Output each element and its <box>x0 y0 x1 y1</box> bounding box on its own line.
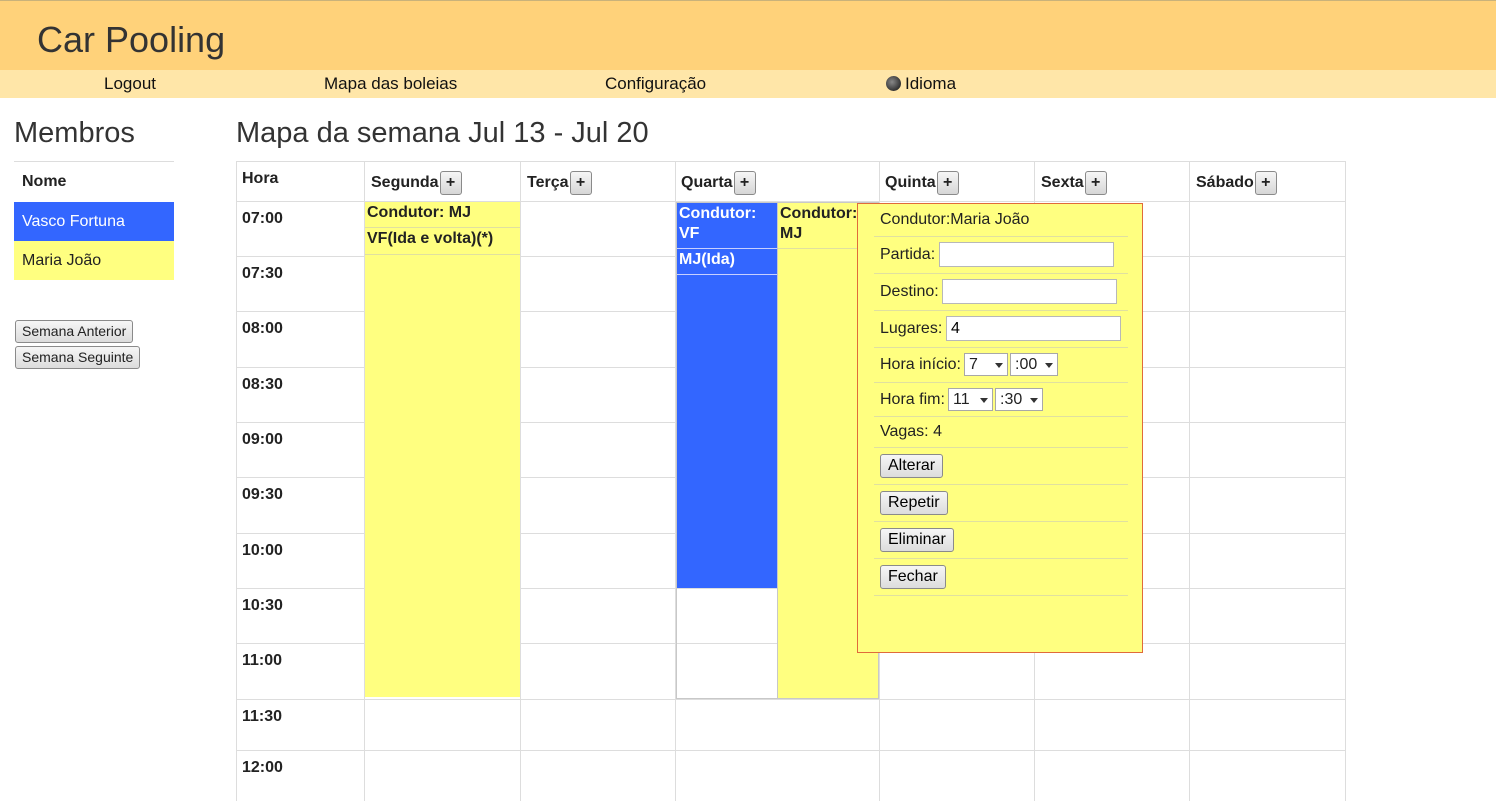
time-label: 08:30 <box>242 376 283 393</box>
nav-language[interactable]: Idioma <box>886 74 956 94</box>
end-hour-value: 11 <box>953 391 970 408</box>
popup-alterar-row: Alterar <box>874 448 1128 485</box>
members-column-header: Nome <box>22 173 67 190</box>
popup-driver: Condutor:Maria João <box>880 211 1030 228</box>
day-label: Sexta <box>1041 174 1084 192</box>
day-header-tuesday: Terça + <box>527 171 592 195</box>
nav-logout[interactable]: Logout <box>104 74 156 94</box>
destino-label: Destino: <box>880 283 939 300</box>
ride-driver: Condutor: VF <box>677 203 777 249</box>
add-ride-button[interactable]: + <box>439 171 462 195</box>
time-label: 12:00 <box>242 759 283 776</box>
time-label: 09:00 <box>242 431 283 448</box>
add-ride-button[interactable]: + <box>569 171 592 195</box>
start-minute-select[interactable]: :00 <box>1010 353 1058 376</box>
time-label: 07:30 <box>242 265 283 282</box>
ride-block-monday[interactable] <box>365 202 520 697</box>
time-label: 08:00 <box>242 320 283 337</box>
ride-passenger: MJ(Ida) <box>677 249 777 275</box>
members-title: Membros <box>14 117 135 149</box>
nav-bar: Logout Mapa das boleias Configuração Idi… <box>0 70 1496 98</box>
member-row[interactable]: Maria João <box>14 241 174 280</box>
hour-column-header: Hora <box>242 170 279 187</box>
add-ride-button[interactable]: + <box>936 171 959 195</box>
time-label: 07:00 <box>242 210 283 227</box>
day-label: Segunda <box>371 174 439 192</box>
popup-eliminar-row: Eliminar <box>874 522 1128 559</box>
chevron-down-icon <box>995 363 1003 368</box>
vagas-text: Vagas: 4 <box>880 423 942 440</box>
time-label: 10:00 <box>242 542 283 559</box>
chevron-down-icon <box>1045 363 1053 368</box>
popup-destino-row: Destino: <box>874 274 1128 311</box>
nav-config[interactable]: Configuração <box>605 74 706 94</box>
nav-map[interactable]: Mapa das boleias <box>324 74 457 94</box>
day-header-wednesday: Quarta + <box>681 171 756 195</box>
week-grid: Hora Segunda + Terça + Quarta + Quinta + Sex… <box>236 161 1346 801</box>
add-ride-button[interactable]: + <box>1254 171 1277 195</box>
day-header-saturday: Sábado + <box>1196 171 1277 195</box>
alterar-button[interactable]: Alterar <box>880 454 944 478</box>
member-row[interactable]: Vasco Fortuna <box>14 202 174 241</box>
popup-partida-row: Partida: <box>874 237 1128 274</box>
start-hour-value: 7 <box>969 356 978 373</box>
nav-language-label: Idioma <box>905 74 957 93</box>
day-header-thursday: Quinta + <box>885 171 959 195</box>
day-header-monday: Segunda + <box>371 171 462 195</box>
day-label: Terça <box>527 174 569 192</box>
partida-input[interactable] <box>939 242 1114 267</box>
chevron-down-icon <box>980 398 988 403</box>
chevron-down-icon <box>1030 398 1038 403</box>
globe-icon <box>886 76 901 91</box>
popup-end-row: Hora fim: 11 :30 <box>874 383 1128 417</box>
lugares-label: Lugares: <box>880 320 943 337</box>
end-minute-select[interactable]: :30 <box>995 388 1043 411</box>
partida-label: Partida: <box>880 246 936 263</box>
popup-fechar-row: Fechar <box>874 559 1128 596</box>
popup-vagas-row: Vagas: 4 <box>874 417 1128 448</box>
day-label: Quinta <box>885 174 936 192</box>
time-label: 10:30 <box>242 597 283 614</box>
previous-week-button[interactable]: Semana Anterior <box>15 320 134 343</box>
ride-passenger: VF(Ida e volta)(*) <box>365 228 520 255</box>
next-week-button[interactable]: Semana Seguinte <box>15 346 141 369</box>
lugares-input[interactable] <box>946 316 1121 341</box>
fechar-button[interactable]: Fechar <box>880 565 946 589</box>
eliminar-button[interactable]: Eliminar <box>880 528 954 552</box>
time-label: 09:30 <box>242 486 283 503</box>
repetir-button[interactable]: Repetir <box>880 491 948 515</box>
app-title: Car Pooling <box>37 19 226 60</box>
popup-driver-row: Condutor:Maria João <box>874 204 1128 237</box>
ride-edit-popup: Condutor:Maria João Partida: Destino: Lu… <box>857 203 1143 653</box>
ride-driver: Condutor: MJ <box>365 202 520 228</box>
day-label: Quarta <box>681 174 733 192</box>
add-ride-button[interactable]: + <box>1084 171 1107 195</box>
popup-start-row: Hora início: 7 :00 <box>874 348 1128 383</box>
day-label: Sábado <box>1196 174 1254 192</box>
members-table: Nome Vasco Fortuna Maria João <box>14 161 174 280</box>
start-hour-select[interactable]: 7 <box>964 353 1008 376</box>
day-header-friday: Sexta + <box>1041 171 1107 195</box>
time-label: 11:30 <box>242 708 283 725</box>
end-time-label: Hora fim: <box>880 391 945 408</box>
start-time-label: Hora início: <box>880 356 961 373</box>
start-minute-value: :00 <box>1015 356 1038 373</box>
week-title: Mapa da semana Jul 13 - Jul 20 <box>236 117 649 149</box>
add-ride-button[interactable]: + <box>733 171 756 195</box>
popup-repetir-row: Repetir <box>874 485 1128 522</box>
popup-lugares-row: Lugares: <box>874 311 1128 348</box>
end-hour-select[interactable]: 11 <box>948 388 993 411</box>
end-minute-value: :30 <box>1000 391 1023 408</box>
app-header: Car Pooling <box>0 0 1496 70</box>
time-label: 11:00 <box>242 652 283 669</box>
destino-input[interactable] <box>942 279 1117 304</box>
